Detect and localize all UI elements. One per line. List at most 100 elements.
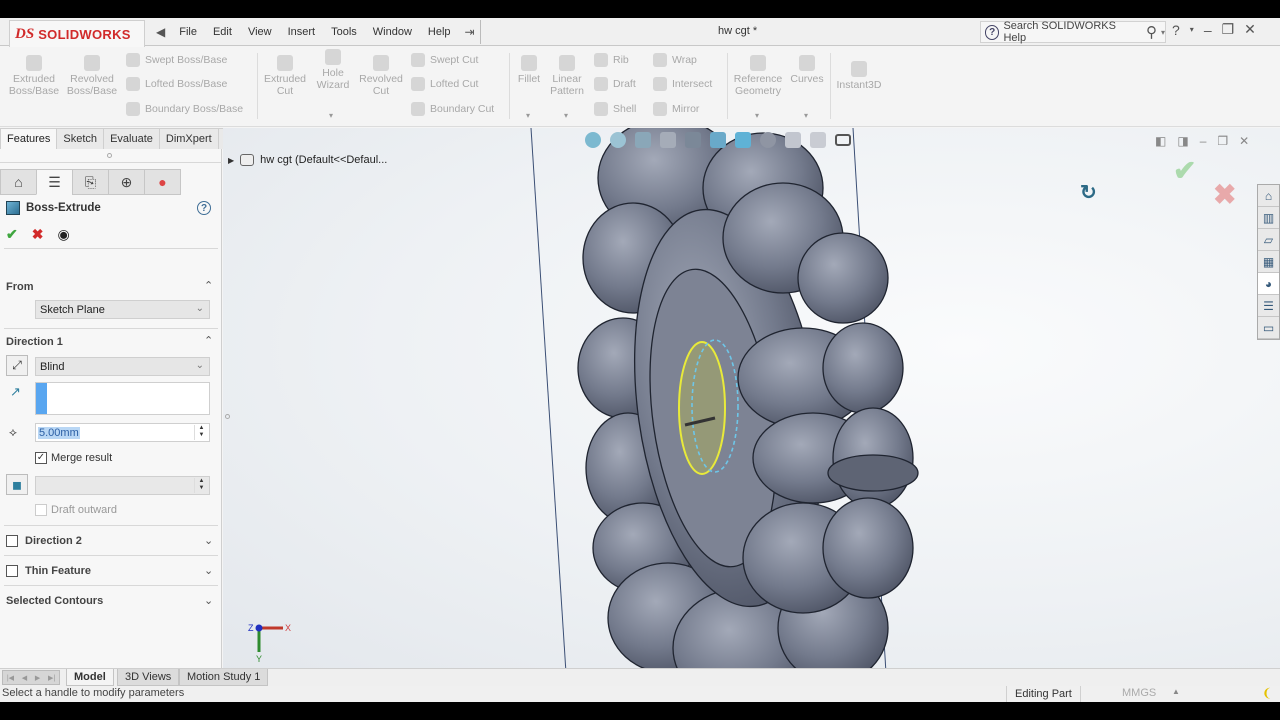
selected-contours-header[interactable]: Selected Contours [6,595,103,607]
next-tab-icon[interactable]: ▶ [35,674,40,682]
expand-icon[interactable]: ⌄ [204,594,213,607]
confirmation-ok-icon[interactable]: ✔ [1173,154,1196,187]
solidworks-logo[interactable]: DS SOLIDWORKS [9,20,145,49]
split-left-icon[interactable]: ◧ [1155,134,1166,148]
tab-dimxpert[interactable]: DimXpert [158,128,219,149]
rib-button[interactable]: Rib [594,53,629,67]
extruded-boss-base-button[interactable]: Extruded Boss/Base [8,55,60,97]
reference-geometry-button[interactable]: Reference Geometry [730,55,786,97]
help-search-input[interactable]: ? Search SOLIDWORKS Help ⚲ ▾ [980,20,1166,44]
units-menu-icon[interactable]: ▲ [1172,687,1180,696]
apply-scene-icon[interactable] [810,132,826,148]
custom-properties-icon[interactable]: ☰ [1258,295,1279,317]
viewport-minimize-icon[interactable]: – [1200,134,1207,148]
fillet-button[interactable]: Fillet [512,55,546,85]
forum-icon[interactable]: ▭ [1258,317,1279,339]
view-palette-icon[interactable]: ▦ [1258,251,1279,273]
draft-on-off-button[interactable]: ◼ [6,474,28,495]
lofted-cut-button[interactable]: Lofted Cut [411,77,478,91]
viewport-close-icon[interactable]: ✕ [1239,134,1249,148]
help-icon[interactable]: ? [197,201,211,215]
expand-icon[interactable]: ▶ [228,156,234,165]
pin-icon[interactable]: ⇥ [459,25,481,39]
section-view-icon[interactable] [660,132,676,148]
display-style-icon[interactable] [735,132,751,148]
split-right-icon[interactable]: ◨ [1177,134,1188,148]
file-explorer-icon[interactable]: ▱ [1258,229,1279,251]
menu-collapse-icon[interactable]: ◀ [150,25,171,39]
last-tab-icon[interactable]: ▶| [48,674,55,682]
menu-tools[interactable]: Tools [323,26,365,38]
menu-insert[interactable]: Insert [280,26,324,38]
depth-spinner[interactable]: ▲ ▼ [194,425,208,440]
featuremanager-tree-icon[interactable]: ⌂ [0,169,37,195]
tab-features[interactable]: Features [0,128,58,149]
end-condition-select[interactable]: Blind ⌄ [35,357,210,376]
graphics-area[interactable]: ▶ hw cgt (Default<<Defaul... ◧ ◨ – ❐ ✕ ↻… [223,128,1280,673]
cancel-button[interactable]: ✖ [32,226,44,243]
confirmation-cancel-icon[interactable]: ✖ [1213,178,1236,211]
draft-angle-spinner[interactable]: ▲ ▼ [194,478,208,493]
prev-tab-icon[interactable]: ◀ [22,674,27,682]
hole-wizard-button[interactable]: Hole Wizard [312,49,354,91]
hole-wizard-dropdown-icon[interactable]: ▾ [329,111,333,120]
rebuild-icon[interactable]: ↻ [1080,180,1097,205]
search-dropdown-icon[interactable]: ▾ [1161,28,1165,37]
mirror-button[interactable]: Mirror [653,102,699,116]
dimxpertmanager-icon[interactable]: ⊕ [108,169,145,195]
zoom-to-fit-icon[interactable] [585,132,601,148]
menu-help[interactable]: Help [420,26,459,38]
linear-pattern-dropdown-icon[interactable]: ▾ [564,111,568,120]
minimize-icon[interactable]: – [1204,22,1212,38]
collapse-icon[interactable]: ⌃ [204,279,213,292]
swept-boss-base-button[interactable]: Swept Boss/Base [126,53,227,67]
unit-system[interactable]: MMGS [1122,687,1156,699]
viewport-restore-icon[interactable]: ❐ [1217,134,1228,148]
help-dropdown-icon[interactable]: ▾ [1190,25,1194,34]
merge-result-checkbox[interactable]: ✓ Merge result [35,452,112,464]
previous-view-icon[interactable] [635,132,651,148]
panel-drag-handle[interactable] [107,153,112,158]
preview-eye-icon[interactable]: ◉ [57,226,69,243]
direction1-section-header[interactable]: Direction 1 [6,336,63,348]
intersect-button[interactable]: Intersect [653,77,712,91]
search-icon[interactable]: ⚲ [1146,23,1157,41]
boundary-boss-base-button[interactable]: Boundary Boss/Base [126,102,243,116]
zoom-to-area-icon[interactable] [610,132,626,148]
hide-show-items-icon[interactable] [760,132,776,148]
menu-file[interactable]: File [171,26,205,38]
sketch-profile[interactable] [678,341,726,475]
solidworks-resources-icon[interactable]: ⌂ [1258,185,1279,207]
design-library-icon[interactable]: ▥ [1258,207,1279,229]
revolved-cut-button[interactable]: Revolved Cut [358,55,404,97]
revolved-boss-base-button[interactable]: Revolved Boss/Base [66,55,118,97]
lofted-boss-base-button[interactable]: Lofted Boss/Base [126,77,227,91]
direction-of-extrusion-field[interactable] [35,382,210,415]
boundary-cut-button[interactable]: Boundary Cut [411,102,494,116]
feature-tree-root[interactable]: ▶ hw cgt (Default<<Defaul... [228,154,387,166]
menu-view[interactable]: View [240,26,280,38]
swept-cut-button[interactable]: Swept Cut [411,53,478,67]
depth-input[interactable]: 5.00mm ▲ ▼ [35,423,210,442]
first-tab-icon[interactable]: |◀ [7,674,14,682]
configurationmanager-icon[interactable]: ⎘ [72,169,109,195]
tab-scroll-buttons[interactable]: |◀ ◀ ▶ ▶| [2,670,60,685]
from-select[interactable]: Sketch Plane ⌄ [35,300,210,319]
collapse-icon[interactable]: ⌃ [204,334,213,347]
edit-appearance-icon[interactable] [785,132,801,148]
panel-splitter-handle[interactable] [225,414,230,419]
from-section-header[interactable]: From [6,281,34,293]
tab-evaluate[interactable]: Evaluate [103,128,160,149]
ok-button[interactable]: ✔ [6,226,18,243]
tab-sketch[interactable]: Sketch [56,128,105,149]
instant3d-button[interactable]: Instant3D [834,61,884,91]
notification-icon[interactable]: ❨ [1262,686,1272,700]
menu-window[interactable]: Window [365,26,420,38]
tab-3d-views[interactable]: 3D Views [117,669,180,686]
curves-button[interactable]: Curves [788,55,826,85]
restore-icon[interactable]: ❐ [1222,21,1235,38]
direction2-checkbox[interactable]: Direction 2 [6,535,82,547]
displaymanager-icon[interactable]: ● [144,169,181,195]
propertymanager-icon[interactable]: ☰ [36,169,73,195]
expand-icon[interactable]: ⌄ [204,564,213,577]
